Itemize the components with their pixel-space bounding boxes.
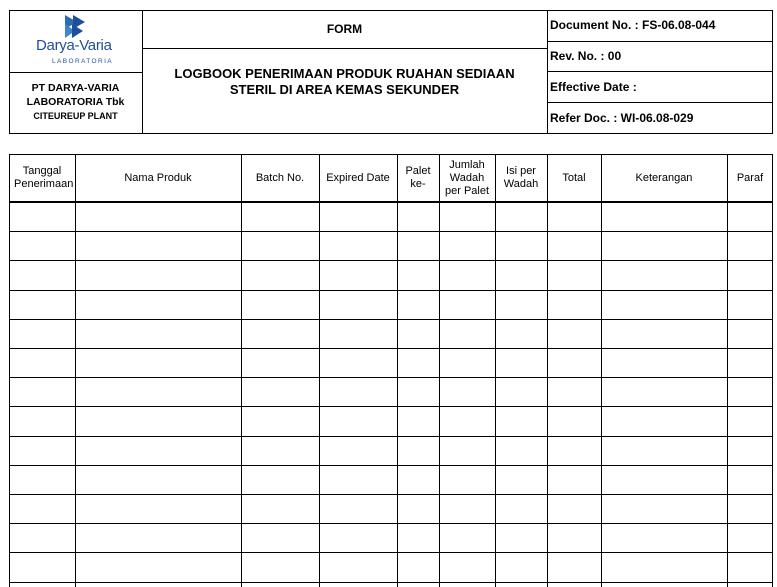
column-header-expired-date: Expired Date	[326, 171, 390, 184]
row-divider	[9, 581, 773, 583]
table-row[interactable]	[9, 320, 773, 349]
table-row[interactable]	[9, 524, 773, 554]
table-row[interactable]	[9, 466, 773, 495]
refer-document: Refer Doc. : WI-06.08-029	[550, 111, 694, 125]
company-line-1: PT DARYA-VARIA	[31, 82, 120, 94]
table-row[interactable]	[9, 232, 773, 262]
column-header-nama-produk: Nama Produk	[124, 171, 192, 184]
effective-date: Effective Date :	[550, 80, 637, 94]
column-header-jumlah-wadah: Jumlah Wadah per Palet	[444, 158, 490, 197]
form-label: FORM	[326, 22, 363, 36]
revision-number: Rev. No. : 00	[550, 49, 622, 63]
document-number: Document No. : FS-06.08-044	[550, 18, 716, 32]
company-name: PT DARYA-VARIA LABORATORIA Tbk CITEUREUP…	[9, 72, 142, 134]
logo-sub-text: LABORATORIA	[52, 58, 114, 65]
table-row[interactable]	[9, 261, 773, 291]
table-row[interactable]	[9, 291, 773, 320]
company-line-3: CITEUREUP PLANT	[33, 111, 118, 121]
column-header-tanggal-penerimaan: Tanggal Penerimaan	[14, 165, 74, 190]
table-row[interactable]	[9, 349, 773, 379]
table-row[interactable]	[9, 407, 773, 437]
column-header-paraf: Paraf	[736, 171, 764, 184]
column-header-palet-ke: Palet ke-	[405, 165, 431, 190]
table-row[interactable]	[9, 437, 773, 466]
table-row[interactable]	[9, 203, 773, 233]
column-header-keterangan: Keterangan	[635, 171, 693, 184]
document-title: LOGBOOK PENERIMAAN PRODUK RUAHAN SEDIAAN…	[142, 48, 547, 134]
company-line-2: LABORATORIA Tbk	[26, 96, 125, 108]
column-header-batch-no: Batch No.	[255, 171, 305, 184]
column-header-isi-per-wadah: Isi per Wadah	[503, 165, 539, 190]
company-logo: Darya-Varia LABORATORIA	[9, 10, 142, 72]
table-row[interactable]	[9, 553, 773, 583]
table-row[interactable]	[9, 495, 773, 525]
document-header: Darya-Varia LABORATORIA PT DARYA-VARIA L…	[9, 10, 773, 134]
column-header-total: Total	[562, 171, 586, 184]
table-row[interactable]	[9, 378, 773, 408]
title-line-1: LOGBOOK PENERIMAAN PRODUK RUAHAN SEDIAAN	[174, 66, 515, 81]
logo-brand-text: Darya-Varia	[36, 37, 112, 54]
title-line-2: STERIL DI AREA KEMAS SEKUNDER	[229, 82, 460, 97]
logbook-table: Tanggal Penerimaan Nama Produk Batch No.…	[9, 154, 773, 587]
